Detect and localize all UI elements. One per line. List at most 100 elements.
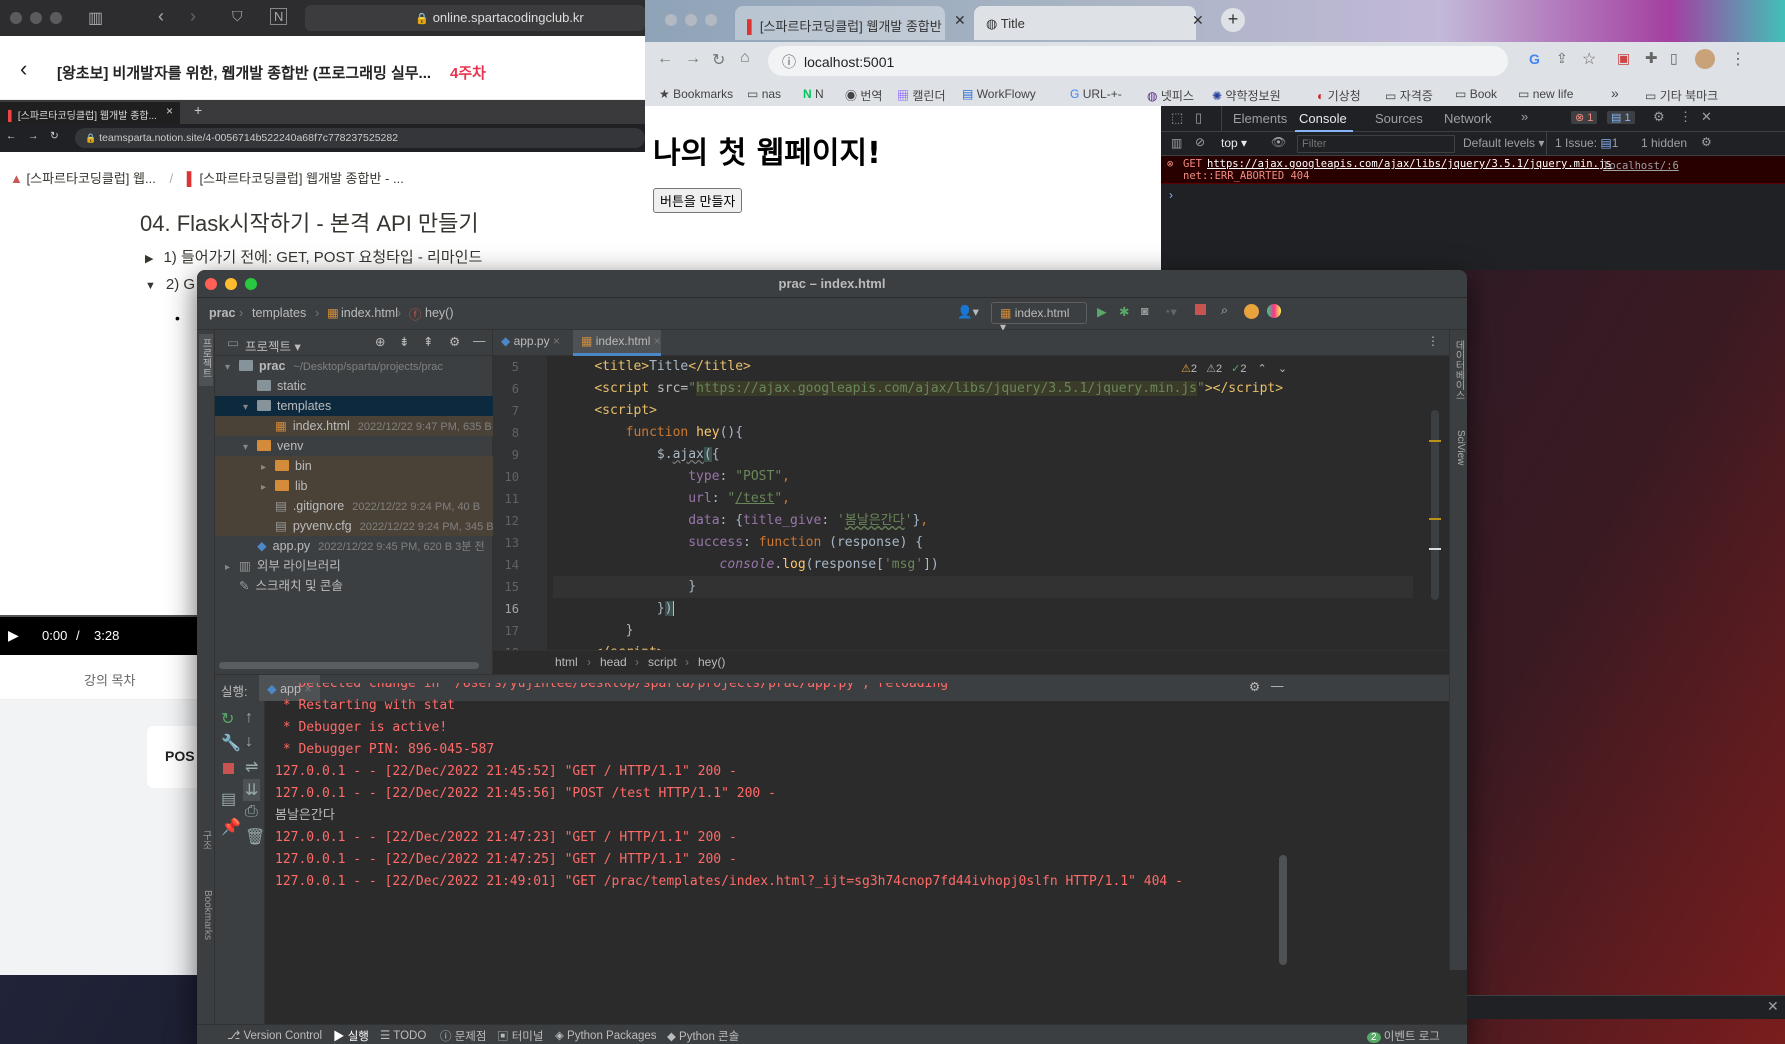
toggle-item[interactable]: ▶ 1) 들어가기 전에: GET, POST 요청타입 - 리마인드 — [145, 246, 482, 267]
clear-console-icon[interactable]: ⊘ — [1195, 135, 1205, 149]
forward-icon[interactable]: → — [685, 50, 701, 68]
gear-icon[interactable]: ⚙ — [1653, 109, 1665, 125]
more-icon[interactable]: ⋮ — [1730, 49, 1746, 69]
search-icon[interactable]: ⌕ — [1221, 303, 1228, 318]
google-icon[interactable]: G — [1529, 51, 1540, 67]
status-item[interactable]: ◆ Python 콘솔 — [667, 1028, 739, 1044]
structure-tool-button[interactable]: 구조 — [199, 830, 213, 866]
context-select[interactable]: top ▾ — [1221, 136, 1247, 150]
soft-wrap-icon[interactable]: ⇌ — [245, 757, 258, 777]
tab-sources[interactable]: Sources — [1375, 111, 1423, 126]
chrome-tab-active[interactable]: ◍ Title — [974, 6, 1196, 40]
error-counter[interactable]: ⊗ 1 — [1571, 111, 1598, 124]
nav-crumb[interactable]: templates — [252, 306, 306, 320]
event-log-button[interactable]: 2 이벤트 로그 — [1367, 1028, 1440, 1044]
sidebar-icon[interactable]: ▥ — [88, 8, 103, 28]
extension-icon[interactable]: ▣ — [1617, 50, 1630, 67]
bookmark-item[interactable]: N N — [803, 87, 824, 101]
nav-crumb[interactable]: prac — [209, 306, 235, 320]
embedded-tab[interactable]: ▌ [스파르타코딩클럽] 웹개발 종합... — [0, 102, 180, 124]
minimize-window-icon[interactable] — [685, 14, 697, 26]
tree-item[interactable]: ▸ bin — [215, 456, 493, 476]
close-window-icon[interactable] — [665, 14, 677, 26]
run-console[interactable]: * Detected change in '/Users/yujinlee/De… — [275, 683, 1435, 1023]
tree-item[interactable]: ▸ ▥ 외부 라이브러리 — [215, 556, 493, 576]
address-bar[interactable]: 🔒 online.spartacodingclub.kr — [305, 5, 645, 31]
tree-item[interactable]: ▸ lib — [215, 476, 493, 496]
database-tool-button[interactable]: 데이터베이스 — [1452, 340, 1466, 410]
share-icon[interactable]: ⇪ — [1556, 50, 1568, 67]
sidepanel-icon[interactable]: ▯ — [1670, 50, 1678, 67]
new-tab-button[interactable]: + — [1221, 8, 1245, 32]
editor-scrollbar[interactable] — [1431, 410, 1439, 600]
profile-icon[interactable]: ◔▾ — [1163, 304, 1177, 319]
chevron-more-icon[interactable]: » — [1611, 85, 1619, 101]
expand-toggle-icon[interactable]: ▸ — [261, 458, 275, 478]
run-icon[interactable]: ▶ — [1097, 304, 1107, 319]
tree-item[interactable]: static — [215, 376, 493, 396]
scroll-to-end-icon[interactable]: ⇊ — [243, 779, 261, 801]
zoom-window-icon[interactable] — [705, 14, 717, 26]
tree-item[interactable]: ▤ .gitignore 2022/12/22 9:24 PM, 40 B — [215, 496, 493, 516]
editor-crumb[interactable]: html — [555, 655, 578, 669]
page-button[interactable]: 버튼을 만들자 — [653, 188, 743, 213]
update-icon[interactable] — [1244, 304, 1259, 319]
close-window-icon[interactable] — [10, 12, 22, 24]
editor-crumb[interactable]: head — [600, 655, 627, 669]
expand-toggle-icon[interactable]: ▾ — [243, 398, 257, 418]
console-scrollbar[interactable] — [1279, 855, 1287, 965]
debug-icon[interactable]: ✱ — [1119, 304, 1129, 319]
sciview-tool-button[interactable]: SciView — [1452, 430, 1466, 490]
bookmark-item[interactable]: ▭ 자격증 — [1385, 87, 1433, 104]
locate-icon[interactable]: ⊕ — [375, 334, 385, 349]
nav-crumb[interactable]: index.html — [341, 306, 398, 320]
gear-icon[interactable]: ⚙ — [1701, 135, 1712, 149]
stop-icon[interactable] — [1195, 304, 1206, 315]
code-editor[interactable]: <title>Title</title> <script src="https:… — [553, 356, 1413, 674]
print-icon[interactable]: ⎙ — [245, 803, 258, 821]
new-tab-icon[interactable]: + — [194, 102, 202, 118]
back-icon[interactable]: ← — [6, 130, 17, 142]
toggle-item[interactable]: ▼ 2) G — [145, 276, 195, 293]
home-icon[interactable]: ⌂ — [740, 49, 750, 67]
back-icon[interactable]: ← — [657, 50, 673, 68]
close-tab-icon[interactable]: × — [553, 334, 560, 348]
error-source-link[interactable]: localhost/:6 — [1603, 160, 1679, 172]
jetbrains-icon[interactable] — [1267, 304, 1281, 318]
run-config-select[interactable]: ▦ index.html ▾ — [991, 302, 1087, 334]
omnibox[interactable]: ⓘ localhost:5001 — [768, 46, 1508, 76]
more-tabs-icon[interactable]: » — [1521, 109, 1528, 124]
bookmark-item[interactable]: ▤ WorkFlowy — [962, 87, 1036, 101]
expand-toggle-icon[interactable]: ▸ — [261, 478, 275, 498]
wrench-icon[interactable]: 🔧 — [221, 733, 241, 753]
status-item[interactable]: ⎇ Version Control — [227, 1028, 322, 1042]
chevron-up-icon[interactable]: ⌃ — [1258, 363, 1267, 375]
hide-icon[interactable]: — — [473, 334, 486, 348]
bookmark-item[interactable]: ★ Bookmarks — [659, 87, 733, 101]
eye-icon[interactable]: 👁 — [1271, 135, 1286, 149]
tab-menu-icon[interactable]: ⋮ — [1427, 334, 1439, 348]
status-item[interactable]: ☰ TODO — [380, 1028, 426, 1042]
layout-icon[interactable]: ▤ — [221, 789, 236, 809]
device-toggle-icon[interactable]: ▯ — [1195, 110, 1202, 126]
back-icon[interactable]: ‹ — [158, 6, 164, 27]
coverage-icon[interactable]: ◙ — [1141, 304, 1149, 318]
log-level-select[interactable]: Default levels ▾ — [1463, 136, 1544, 150]
sidebar-icon[interactable]: ▥ — [1171, 136, 1182, 150]
tree-item[interactable]: ▦ index.html 2022/12/22 9:47 PM, 635 B 잠시 — [215, 416, 493, 436]
puzzle-icon[interactable]: ✚ — [1645, 49, 1658, 67]
tree-item[interactable]: ✎ 스크래치 및 콘솔 — [215, 576, 493, 596]
close-icon[interactable]: ✕ — [1767, 998, 1779, 1015]
tree-item[interactable]: ▤ pyvenv.cfg 2022/12/22 9:24 PM, 345 B — [215, 516, 493, 536]
breadcrumb-item[interactable]: [스파르타코딩클럽] 웹... — [27, 171, 156, 186]
tab-console[interactable]: Console — [1299, 111, 1347, 126]
inspection-widget[interactable]: ⚠2 ⚠2 ✓2 ⌃ ⌄ — [1181, 362, 1287, 375]
trash-icon[interactable]: 🗑 — [245, 827, 265, 847]
play-icon[interactable]: ▶ — [8, 627, 19, 644]
embedded-address-bar[interactable]: 🔒 teamsparta.notion.site/4-0056714b52224… — [75, 128, 645, 148]
bookmark-item[interactable]: ▭ Book — [1455, 87, 1497, 101]
bookmark-item[interactable]: ◉ 번역 — [845, 87, 882, 104]
expand-all-icon[interactable]: ⇟ — [399, 334, 409, 349]
close-tab-icon[interactable]: × — [654, 334, 661, 348]
bookmark-item[interactable]: G URL-+- — [1070, 87, 1122, 101]
